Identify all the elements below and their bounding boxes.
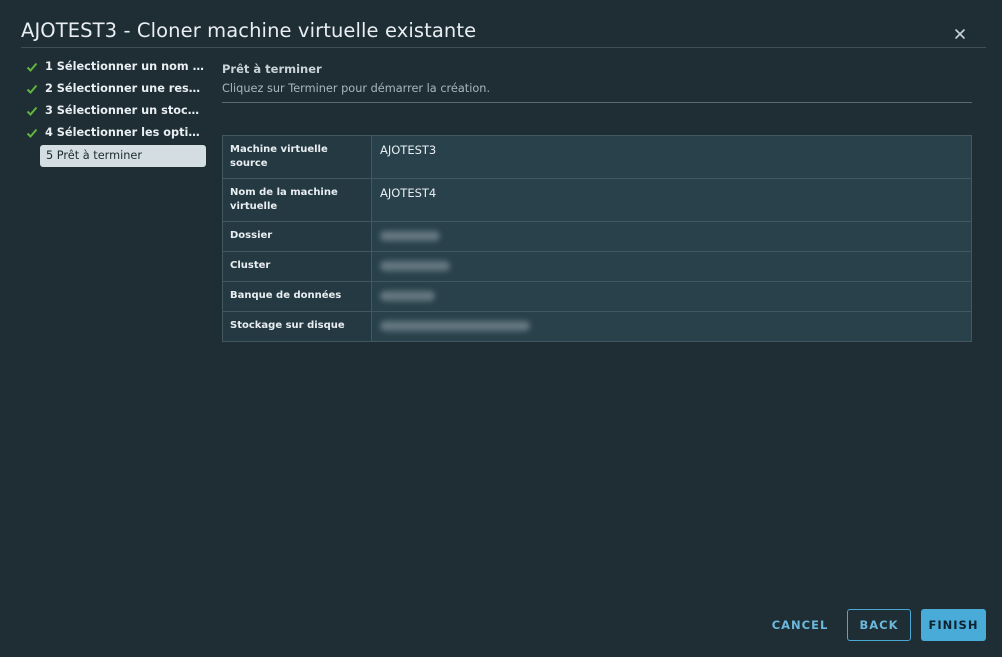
back-button[interactable]: BACK bbox=[847, 609, 911, 641]
row-value: AJOTEST4 bbox=[372, 179, 971, 221]
table-row: Nom de la machine virtuelle AJOTEST4 bbox=[223, 179, 971, 222]
table-row: Dossier bbox=[223, 222, 971, 252]
row-value-redacted bbox=[372, 252, 971, 281]
step-2[interactable]: 2 Sélectionner une ressour... bbox=[24, 79, 209, 101]
step-label: 5 Prêt à terminer bbox=[46, 149, 142, 162]
step-content: Prêt à terminer Cliquez sur Terminer pou… bbox=[222, 62, 972, 103]
step-4[interactable]: 4 Sélectionner les options ... bbox=[24, 123, 209, 145]
title-divider bbox=[21, 47, 986, 48]
redacted-value bbox=[380, 231, 440, 241]
row-value-redacted bbox=[372, 312, 971, 341]
redacted-value bbox=[380, 321, 530, 331]
summary-table: Machine virtuelle source AJOTEST3 Nom de… bbox=[222, 135, 972, 342]
redacted-value bbox=[380, 291, 435, 301]
step-label: 3 Sélectionner un stockage bbox=[45, 104, 205, 117]
step-1[interactable]: 1 Sélectionner un nom et u... bbox=[24, 57, 209, 79]
row-key: Cluster bbox=[223, 252, 372, 281]
step-5-active[interactable]: 5 Prêt à terminer bbox=[40, 145, 206, 167]
row-value-redacted bbox=[372, 282, 971, 311]
row-value-redacted bbox=[372, 222, 971, 251]
row-value: AJOTEST3 bbox=[372, 136, 971, 178]
row-key: Stockage sur disque bbox=[223, 312, 372, 341]
row-key: Machine virtuelle source bbox=[223, 136, 372, 178]
table-row: Cluster bbox=[223, 252, 971, 282]
clone-vm-dialog: AJOTEST3 - Cloner machine virtuelle exis… bbox=[0, 0, 1002, 657]
table-row: Banque de données bbox=[223, 282, 971, 312]
table-row: Machine virtuelle source AJOTEST3 bbox=[223, 136, 971, 179]
wizard-steps: 1 Sélectionner un nom et u... 2 Sélectio… bbox=[24, 57, 209, 167]
dialog-title: AJOTEST3 - Cloner machine virtuelle exis… bbox=[21, 19, 477, 42]
row-key: Dossier bbox=[223, 222, 372, 251]
check-icon bbox=[26, 105, 38, 117]
row-key: Nom de la machine virtuelle bbox=[223, 179, 372, 221]
section-description: Cliquez sur Terminer pour démarrer la cr… bbox=[222, 82, 491, 95]
finish-button[interactable]: FINISH bbox=[921, 609, 986, 641]
section-divider bbox=[222, 102, 972, 103]
close-icon[interactable] bbox=[950, 24, 970, 44]
check-icon bbox=[26, 61, 38, 73]
check-icon bbox=[26, 83, 38, 95]
cancel-button[interactable]: CANCEL bbox=[764, 609, 836, 641]
step-label: 4 Sélectionner les options ... bbox=[45, 126, 205, 139]
table-row: Stockage sur disque bbox=[223, 312, 971, 341]
step-label: 2 Sélectionner une ressour... bbox=[45, 82, 205, 95]
step-label: 1 Sélectionner un nom et u... bbox=[45, 60, 205, 73]
step-3[interactable]: 3 Sélectionner un stockage bbox=[24, 101, 209, 123]
check-icon bbox=[26, 127, 38, 139]
row-key: Banque de données bbox=[223, 282, 372, 311]
redacted-value bbox=[380, 261, 450, 271]
section-title: Prêt à terminer bbox=[222, 62, 322, 76]
